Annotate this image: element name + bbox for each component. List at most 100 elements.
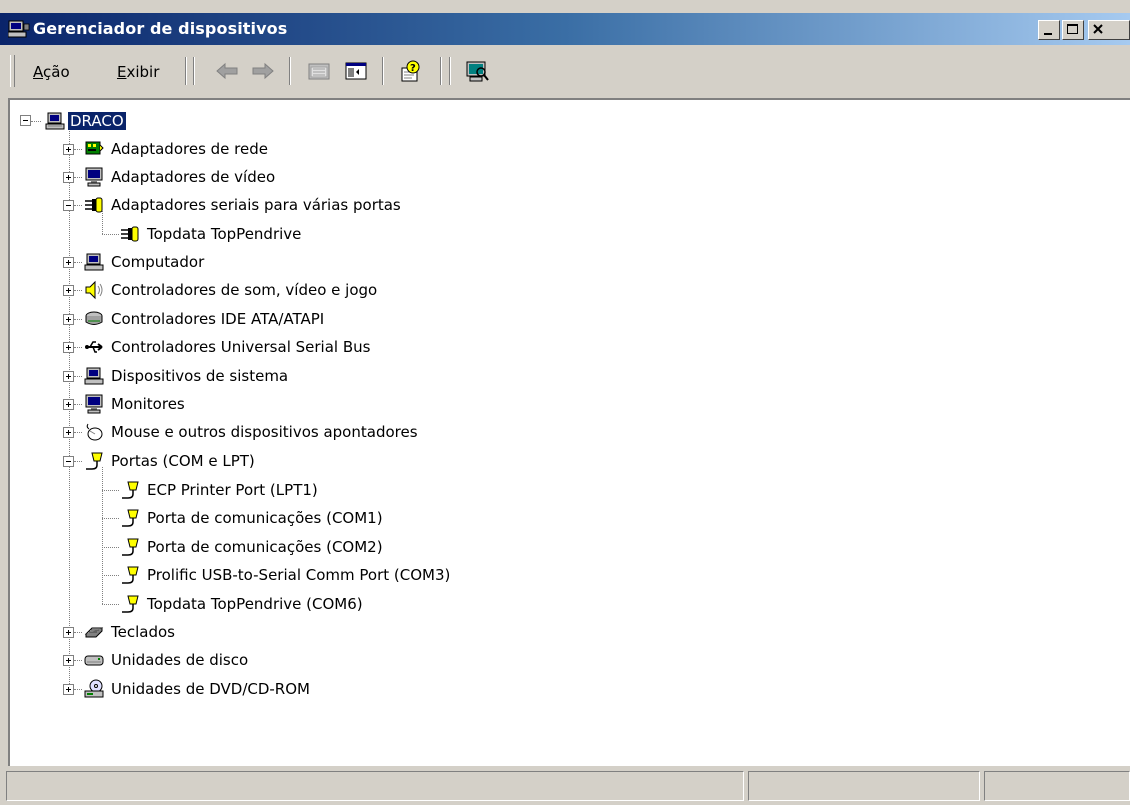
plus-icon	[66, 630, 71, 635]
close-button[interactable]	[1088, 20, 1130, 40]
tree-line	[74, 376, 82, 378]
status-pane	[6, 771, 744, 801]
tree-node-category[interactable]: Adaptadores de vídeo	[10, 163, 610, 191]
close-icon	[1093, 24, 1103, 34]
toolbar-separator	[185, 57, 187, 85]
expand-toggle[interactable]	[63, 144, 74, 155]
category-label: Computador	[111, 253, 205, 271]
multiport-serial-icon	[85, 197, 103, 213]
tree-line	[74, 461, 82, 463]
expand-toggle[interactable]	[63, 371, 74, 382]
tree-node-category[interactable]: Monitores	[10, 390, 610, 418]
tree-node-device[interactable]: Prolific USB-to-Serial Comm Port (COM3)	[10, 561, 710, 589]
device-label: Porta de comunicações (COM2)	[147, 538, 383, 556]
scan-hardware-icon[interactable]	[464, 60, 490, 84]
tree-line	[74, 404, 82, 406]
tree-line	[74, 632, 82, 634]
tree-line	[74, 689, 82, 691]
tree-line	[74, 262, 82, 264]
category-label: Dispositivos de sistema	[111, 367, 289, 385]
device-label: Porta de comunicações (COM1)	[147, 509, 383, 527]
category-label: Unidades de DVD/CD-ROM	[111, 680, 310, 698]
plus-icon	[66, 175, 71, 180]
device-tree[interactable]: DRACO Adaptadores de rede Adaptadores de…	[8, 98, 1130, 766]
tree-node-root[interactable]: DRACO	[10, 107, 410, 135]
expand-toggle[interactable]	[63, 314, 74, 325]
plus-icon	[66, 260, 71, 265]
tree-node-device[interactable]: ECP Printer Port (LPT1)	[10, 476, 710, 504]
tree-node-category[interactable]: Adaptadores seriais para várias portas	[10, 191, 710, 219]
back-arrow-icon[interactable]	[214, 60, 240, 82]
tree-node-category[interactable]: Computador	[10, 248, 610, 276]
expand-toggle[interactable]	[63, 427, 74, 438]
display-adapter-icon	[85, 167, 103, 187]
svg-text:?: ?	[410, 63, 416, 74]
minus-icon	[66, 205, 71, 206]
category-label: Controladores de som, vídeo e jogo	[111, 281, 378, 299]
expand-toggle[interactable]	[63, 342, 74, 353]
mouse-icon	[86, 423, 103, 441]
tree-node-category[interactable]: Controladores Universal Serial Bus	[10, 333, 710, 361]
expand-toggle[interactable]	[63, 399, 74, 410]
window-title: Gerenciador de dispositivos	[33, 19, 288, 38]
category-label: Controladores Universal Serial Bus	[111, 338, 371, 356]
expand-toggle[interactable]	[63, 172, 74, 183]
help-icon[interactable]: ?	[398, 60, 424, 84]
speaker-icon	[85, 280, 103, 300]
tree-node-device[interactable]: Porta de comunicações (COM2)	[10, 533, 710, 561]
collapse-toggle[interactable]	[63, 456, 74, 467]
tree-node-category[interactable]: Mouse e outros dispositivos apontadores	[10, 418, 710, 446]
tree-node-category[interactable]: Controladores IDE ATA/ATAPI	[10, 305, 710, 333]
port-connector-icon	[122, 595, 139, 613]
expand-toggle[interactable]	[63, 285, 74, 296]
toolbar-separator	[193, 57, 195, 85]
toolbar-grip[interactable]	[10, 55, 15, 87]
tree-line	[74, 177, 82, 179]
status-pane	[748, 771, 980, 801]
network-adapter-icon	[85, 141, 104, 155]
collapse-toggle[interactable]	[63, 200, 74, 211]
menu-exibir[interactable]: Exibir	[117, 63, 159, 81]
minus-icon	[66, 461, 71, 462]
tree-node-device[interactable]: Topdata TopPendrive	[10, 220, 710, 248]
expand-toggle[interactable]	[63, 655, 74, 666]
minimize-icon	[1044, 33, 1052, 35]
show-hide-console-tree-icon[interactable]	[343, 60, 369, 82]
category-label: Unidades de disco	[111, 651, 249, 669]
tree-root-label: DRACO	[68, 112, 126, 130]
collapse-toggle[interactable]	[20, 115, 31, 126]
expand-toggle[interactable]	[63, 257, 74, 268]
expand-toggle[interactable]	[63, 684, 74, 695]
title-bar[interactable]: Gerenciador de dispositivos	[0, 13, 1130, 45]
forward-arrow-icon[interactable]	[250, 60, 276, 82]
status-bar	[0, 766, 1130, 805]
tree-node-category[interactable]: Dispositivos de sistema	[10, 362, 610, 390]
tree-node-category[interactable]: Unidades de disco	[10, 646, 610, 674]
expand-toggle[interactable]	[63, 627, 74, 638]
tree-node-category[interactable]: Unidades de DVD/CD-ROM	[10, 675, 610, 703]
toolbar-separator	[289, 57, 291, 85]
computer-icon	[45, 112, 65, 130]
minus-icon	[23, 120, 28, 121]
tree-node-device[interactable]: Topdata TopPendrive (COM6)	[10, 590, 710, 618]
port-connector-icon	[86, 452, 103, 470]
plus-icon	[66, 430, 71, 435]
tree-line	[74, 660, 82, 662]
tree-node-category[interactable]: Controladores de som, vídeo e jogo	[10, 276, 710, 304]
plus-icon	[66, 147, 71, 152]
menu-acao[interactable]: Ação	[33, 63, 70, 81]
toolbar-separator	[449, 57, 451, 85]
plus-icon	[66, 317, 71, 322]
maximize-button[interactable]	[1062, 20, 1084, 40]
tree-node-category[interactable]: Adaptadores de rede	[10, 135, 610, 163]
category-label: Adaptadores de vídeo	[111, 168, 276, 186]
minimize-button[interactable]	[1038, 20, 1060, 40]
computer-icon	[84, 253, 104, 271]
tree-node-category[interactable]: Teclados	[10, 618, 610, 646]
folder-up-icon[interactable]	[306, 60, 332, 82]
computer-monitor-icon	[8, 20, 30, 38]
tree-node-device[interactable]: Porta de comunicações (COM1)	[10, 504, 710, 532]
status-pane	[984, 771, 1130, 801]
tree-node-category[interactable]: Portas (COM e LPT)	[10, 447, 710, 475]
disk-drive-icon	[84, 655, 104, 666]
